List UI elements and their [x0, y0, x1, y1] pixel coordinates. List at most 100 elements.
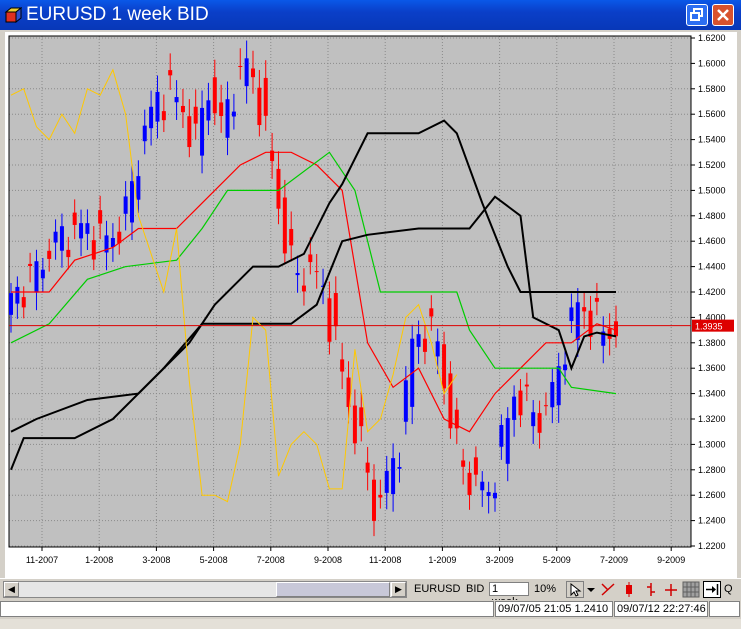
- bear-candle-body: [257, 87, 262, 126]
- bull-candle-body: [40, 269, 45, 279]
- quote-label[interactable]: Q: [724, 583, 733, 595]
- bull-candle-body: [244, 58, 249, 87]
- x-tick-label: 5-2008: [200, 555, 228, 565]
- server-time: 09/07/12 22:27:46: [614, 601, 708, 617]
- bull-candle-body: [200, 107, 205, 156]
- bear-candle-body: [187, 116, 192, 148]
- scroll-right-button[interactable]: ▶: [391, 582, 406, 597]
- bear-candle-body: [193, 106, 198, 124]
- bull-candle-body: [295, 273, 300, 276]
- zoom-label[interactable]: 10%: [534, 583, 556, 595]
- bull-candle-body: [435, 341, 440, 357]
- scroll-left-button[interactable]: ◀: [4, 582, 19, 597]
- bull-candle-body: [505, 418, 510, 464]
- bear-candle-body: [543, 405, 548, 407]
- bear-candle-body: [238, 66, 243, 68]
- restore-icon: [690, 8, 703, 21]
- y-tick-label: 1.4400: [698, 262, 726, 272]
- price-chart[interactable]: 1.6200 1.6000 1.5800 1.5600 1.5400 1.5200 1.50…: [5, 32, 737, 578]
- bear-candle-body: [72, 212, 77, 225]
- y-tick-label: 1.6200: [698, 33, 726, 43]
- bear-candle-body: [518, 390, 523, 416]
- bull-candle-body: [391, 458, 396, 495]
- bear-candle-body: [588, 310, 593, 337]
- bear-candle-body: [98, 210, 103, 224]
- line-icon[interactable]: [662, 581, 680, 598]
- bear-candle-body: [168, 70, 173, 76]
- period-selector[interactable]: 1 week: [489, 582, 529, 608]
- title-bar[interactable]: EURUSD 1 week BID: [0, 0, 741, 30]
- bar-icon[interactable]: [642, 581, 660, 598]
- x-tick-label: 9-2009: [657, 555, 685, 565]
- bull-candle-body: [384, 470, 389, 493]
- bear-candle-body: [524, 384, 529, 387]
- bear-candle-body: [263, 77, 268, 116]
- bear-candle-body: [301, 285, 306, 292]
- bull-candle-body: [34, 261, 39, 293]
- y-tick-label: 1.5600: [698, 109, 726, 119]
- bear-candle-body: [359, 407, 364, 427]
- bull-candle-body: [575, 302, 580, 341]
- y-tick-label: 1.3000: [698, 439, 726, 449]
- bull-candle-body: [142, 125, 147, 142]
- bull-candle-body: [225, 99, 230, 138]
- y-tick-label: 1.3200: [698, 414, 726, 424]
- bull-candle-body: [416, 334, 421, 347]
- bull-candle-body: [79, 223, 84, 239]
- bear-candle-body: [537, 413, 542, 433]
- horizontal-scrollbar[interactable]: ◀ ▶: [3, 581, 407, 598]
- bear-candle-body: [442, 344, 447, 389]
- bear-candle-body: [282, 197, 287, 254]
- side-label[interactable]: BID: [466, 583, 484, 595]
- close-button[interactable]: [712, 4, 734, 26]
- chart-area[interactable]: 1.6200 1.6000 1.5800 1.5600 1.5400 1.5200 1.50…: [5, 32, 737, 578]
- bear-candle-body: [28, 263, 33, 266]
- cursor-info: 09/07/05 21:05 1.2410: [495, 601, 613, 617]
- bear-candle-body: [91, 240, 96, 260]
- bear-candle-body: [66, 249, 71, 258]
- status-spare: [709, 601, 740, 617]
- window-title: EURUSD 1 week BID: [26, 4, 209, 25]
- bear-candle-body: [314, 271, 319, 273]
- y-tick-label: 1.5400: [698, 135, 726, 145]
- y-tick-label: 1.4200: [698, 287, 726, 297]
- y-tick-label: 1.5800: [698, 84, 726, 94]
- bull-candle-body: [397, 467, 402, 469]
- bull-candle-body: [403, 380, 408, 422]
- bear-candle-body: [212, 77, 217, 114]
- y-tick-label: 1.3800: [698, 338, 726, 348]
- y-tick-label: 1.2600: [698, 490, 726, 500]
- bear-candle-body: [422, 338, 427, 352]
- restore-button[interactable]: [686, 4, 708, 26]
- x-tick-label: 1-2008: [85, 555, 113, 565]
- y-tick-label: 1.2800: [698, 465, 726, 475]
- scroll-thumb[interactable]: [276, 582, 390, 597]
- y-tick-label: 1.2400: [698, 516, 726, 526]
- bull-candle-body: [231, 111, 236, 117]
- bull-candle-body: [486, 492, 491, 496]
- current-price-label: 1.3935: [695, 322, 723, 332]
- crosshair-icon[interactable]: [599, 581, 617, 598]
- left-arrow-icon: ◀: [8, 584, 15, 594]
- bull-candle-body: [130, 181, 134, 223]
- bull-candle-body: [499, 424, 504, 447]
- exit-icon[interactable]: [703, 581, 721, 598]
- bull-candle-body: [480, 481, 485, 491]
- bear-candle-body: [327, 298, 332, 342]
- bear-candle-body: [594, 297, 599, 302]
- candle-icon[interactable]: [620, 581, 638, 598]
- grid-icon[interactable]: [682, 581, 700, 598]
- cursor-icon[interactable]: [566, 581, 584, 598]
- bull-candle-body: [493, 492, 497, 499]
- status-bar: 09/07/05 21:05 1.2410 09/07/12 22:27:46: [0, 600, 741, 619]
- close-icon: [717, 9, 729, 21]
- x-tick-label: 1-2009: [428, 555, 456, 565]
- x-tick-label: 3-2008: [142, 555, 170, 565]
- bear-candle-body: [161, 111, 166, 121]
- y-tick-label: 1.5000: [698, 185, 726, 195]
- bear-candle-body: [461, 460, 466, 467]
- bear-candle-body: [21, 297, 26, 308]
- dropdown-arrow-icon[interactable]: [585, 581, 597, 598]
- y-tick-label: 1.3400: [698, 389, 726, 399]
- symbol-label[interactable]: EURUSD: [414, 583, 460, 595]
